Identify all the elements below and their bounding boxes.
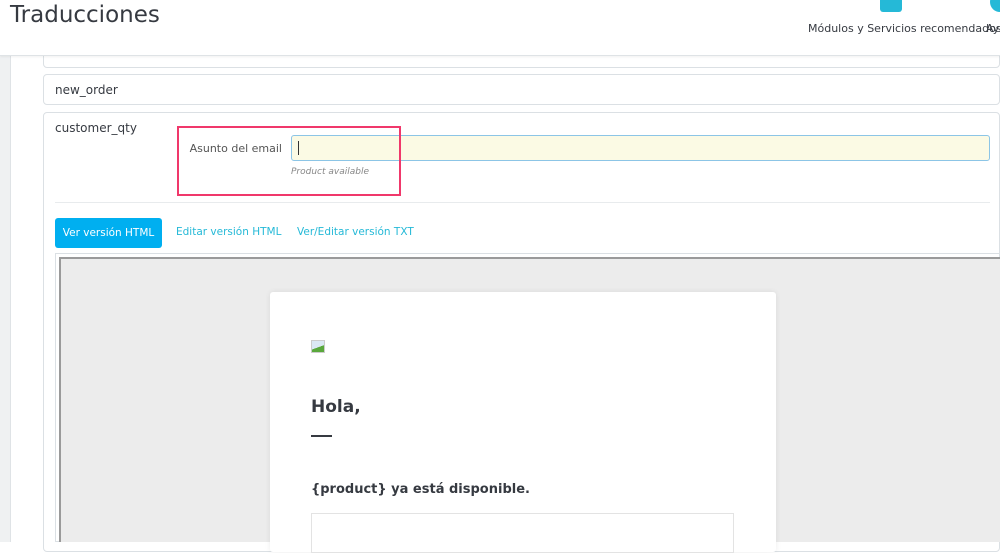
help-link[interactable]: Ayuda [986,22,1000,35]
highlight-box [177,126,401,196]
help-icon [990,0,1000,12]
puzzle-icon [880,0,902,12]
greeting-underline [311,435,332,437]
email-content-box [311,513,734,553]
tab-edit-html[interactable]: Editar versión HTML [176,226,281,238]
sidebar-gutter [0,56,10,542]
top-header: Traducciones Módulos y Servicios recomen… [0,0,1000,56]
page-title: Traducciones [10,2,160,28]
divider [55,202,990,203]
card-title: customer_qty [55,121,137,135]
email-template-card-new-order[interactable]: new_order [43,74,1000,105]
tab-edit-txt[interactable]: Ver/Editar versión TXT [297,226,414,238]
tab-view-html[interactable]: Ver versión HTML [55,218,162,248]
email-message: {product} ya está disponible. [311,482,530,497]
broken-image-icon [311,340,325,353]
email-greeting: Hola, [311,397,361,417]
card-title: new_order [55,83,118,97]
recommended-modules-link[interactable]: Módulos y Servicios recomendados [808,22,1000,35]
